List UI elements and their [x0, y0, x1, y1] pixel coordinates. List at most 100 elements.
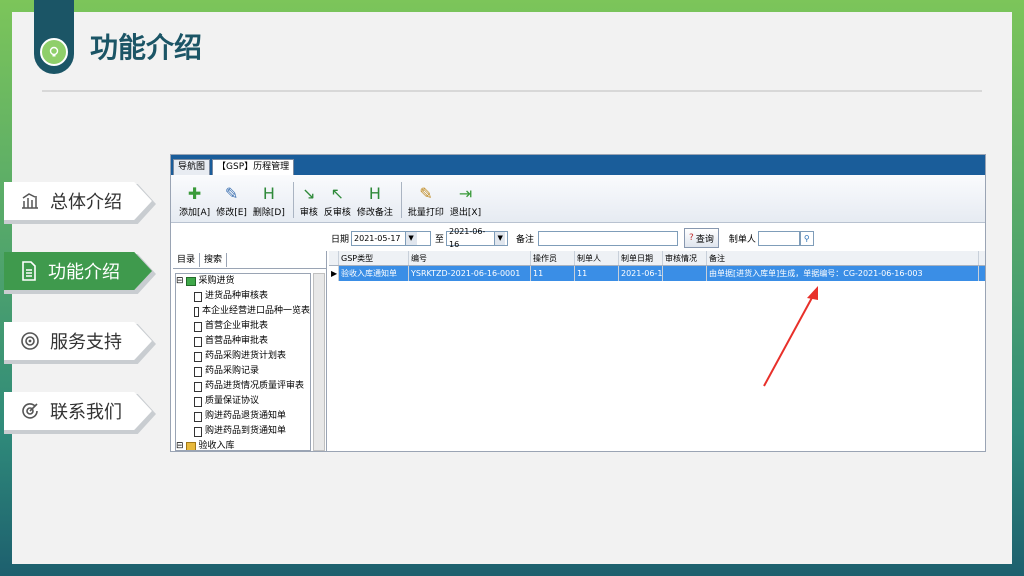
note-input[interactable] — [538, 230, 679, 246]
tab-bar: 导航图 【GSP】历程管理 — [171, 155, 985, 175]
audit-arrow-icon: ↘ — [302, 183, 316, 203]
delete-label: 删除[D] — [252, 208, 285, 218]
to-label: 至 — [435, 234, 445, 245]
column-header[interactable]: GSP类型 — [339, 251, 409, 265]
query-icon: ? — [689, 233, 694, 243]
contact-icon — [22, 403, 38, 419]
tree-item[interactable]: 首营企业审批表 — [176, 319, 310, 334]
column-header[interactable]: 制单人 — [575, 251, 619, 265]
left-panel: 目录 搜索 ⊟ 采购进货 进货品种审核表 本企业经营进口品种一览表 首营企业审批表… — [173, 251, 327, 451]
tree-item-label: 本企业经营进口品种一览表 — [201, 306, 310, 316]
tree-item-label: 购进药品到货通知单 — [205, 426, 287, 436]
nav-item-overview[interactable]: 总体介绍 — [4, 182, 152, 220]
document-icon — [194, 336, 202, 347]
tree-item[interactable]: 购进药品退货通知单 — [176, 409, 310, 424]
date-from-input[interactable]: 2021-05-17 ▼ — [351, 230, 432, 246]
tab-search[interactable]: 搜索 — [200, 252, 228, 267]
add-button[interactable]: ✚ 添加[A] — [179, 183, 211, 219]
column-header[interactable]: 制单日期 — [619, 251, 663, 265]
toolbar-separator — [292, 182, 294, 218]
audit-label: 审核 — [299, 208, 318, 218]
tree-item[interactable]: 药品采购记录 — [176, 364, 310, 379]
tree-group-receiving[interactable]: ⊟ 验收入库 — [176, 439, 310, 451]
table-cell: 11 — [531, 266, 575, 281]
search-icon[interactable]: ⚲ — [799, 230, 814, 246]
tree-item[interactable]: 进货品种审核表 — [176, 289, 310, 304]
page-title: 功能介绍 — [90, 31, 203, 64]
tree-item[interactable]: 质量保证协议 — [176, 394, 310, 409]
tree-item-label: 药品采购进货计划表 — [205, 351, 287, 361]
date-to-value: 2021-06-16 — [449, 227, 486, 249]
date-to-input[interactable]: 2021-06-16 ▼ — [446, 227, 509, 249]
batch-print-button[interactable]: ✎ 批量打印 — [407, 183, 444, 219]
tree-item[interactable]: 首营品种审批表 — [176, 334, 310, 349]
document-icon — [194, 396, 202, 407]
tree-item[interactable]: 本企业经营进口品种一览表 — [176, 304, 310, 319]
add-label: 添加[A] — [179, 208, 211, 218]
nav-label: 总体介绍 — [50, 192, 122, 213]
table-cell: 2021-06-16 — [619, 266, 663, 281]
exit-label: 退出[X] — [449, 208, 482, 218]
tree-item-label: 首营企业审批表 — [205, 321, 269, 331]
tab-gsp-history[interactable]: 【GSP】历程管理 — [212, 159, 295, 175]
save-icon: H — [368, 183, 381, 203]
tree-item-label: 药品进货情况质量评审表 — [205, 381, 305, 391]
maker-input[interactable] — [757, 230, 800, 246]
document-icon — [194, 306, 199, 317]
edit-note-button[interactable]: H 修改备注 — [356, 183, 393, 219]
lightbulb-icon — [40, 38, 68, 66]
tree-item[interactable]: 购进药品到货通知单 — [176, 424, 310, 439]
left-panel-tabs: 目录 搜索 — [173, 251, 326, 269]
nav-label: 功能介绍 — [48, 262, 120, 283]
document-icon — [194, 321, 202, 332]
delete-button[interactable]: H 删除[D] — [252, 183, 285, 219]
tree-item[interactable]: 药品采购进货计划表 — [176, 349, 310, 364]
nav-item-features[interactable]: 功能介绍 — [4, 252, 152, 290]
magnifier-glyph: ⚲ — [803, 233, 810, 243]
grid-header-row: GSP类型 编号 操作员 制单人 制单日期 审核情况 备注 — [329, 251, 985, 266]
nav-item-support[interactable]: 服务支持 — [4, 322, 152, 360]
title-divider — [42, 90, 982, 92]
column-header[interactable]: 审核情况 — [663, 251, 707, 265]
chart-icon — [22, 193, 38, 209]
nav-item-contact[interactable]: 联系我们 — [4, 392, 152, 430]
tree-item-label: 药品采购记录 — [205, 366, 260, 376]
nav-label: 服务支持 — [50, 332, 122, 353]
audit-button[interactable]: ↘ 审核 — [299, 183, 318, 219]
document-icon — [194, 411, 202, 422]
tree-item-label: 购进药品退货通知单 — [205, 411, 287, 421]
exit-button[interactable]: ⇥ 退出[X] — [449, 183, 482, 219]
column-header[interactable]: 编号 — [409, 251, 531, 265]
data-grid: GSP类型 编号 操作员 制单人 制单日期 审核情况 备注 ▶ 验收入库通知单 … — [329, 251, 985, 451]
tab-navigation[interactable]: 导航图 — [173, 159, 211, 175]
tree-view: ⊟ 采购进货 进货品种审核表 本企业经营进口品种一览表 首营企业审批表 首营品种审… — [175, 273, 311, 451]
collapse-icon[interactable]: ⊟ — [176, 439, 184, 450]
chevron-down-icon[interactable]: ▼ — [404, 231, 417, 245]
edit-note-label: 修改备注 — [356, 208, 393, 218]
date-label: 日期 — [331, 234, 350, 245]
document-icon — [194, 366, 202, 377]
unaudit-label: 反审核 — [323, 208, 351, 218]
delete-icon: H — [262, 183, 275, 203]
edit-icon: ✎ — [224, 183, 239, 203]
unaudit-button[interactable]: ↖ 反审核 — [323, 183, 351, 219]
app-window: 导航图 【GSP】历程管理 ✚ 添加[A] ✎ 修改[E] H 删除[D] ↘ 审核 ↖… — [170, 154, 986, 452]
table-row[interactable]: ▶ 验收入库通知单 YSRKTZD-2021-06-16-0001 11 11 … — [329, 266, 985, 281]
tree-item[interactable]: 药品进货情况质量评审表 — [176, 379, 310, 394]
tree-group-label: 验收入库 — [198, 441, 235, 451]
header-bookmark — [34, 0, 74, 74]
batch-print-label: 批量打印 — [407, 208, 444, 218]
chevron-down-icon[interactable]: ▼ — [494, 231, 506, 245]
document-icon — [194, 381, 202, 392]
column-header[interactable]: 操作员 — [531, 251, 575, 265]
target-icon — [21, 332, 39, 350]
tree-scrollbar[interactable] — [313, 273, 325, 451]
tab-catalog[interactable]: 目录 — [173, 252, 201, 267]
column-header[interactable]: 备注 — [707, 251, 979, 265]
folder-icon — [185, 277, 196, 286]
edit-button[interactable]: ✎ 修改[E] — [216, 183, 247, 219]
query-button[interactable]: ? 查询 — [684, 228, 719, 248]
maker-label: 制单人 — [728, 234, 756, 245]
tree-group-purchase[interactable]: ⊟ 采购进货 — [176, 274, 310, 289]
collapse-icon[interactable]: ⊟ — [176, 274, 184, 289]
